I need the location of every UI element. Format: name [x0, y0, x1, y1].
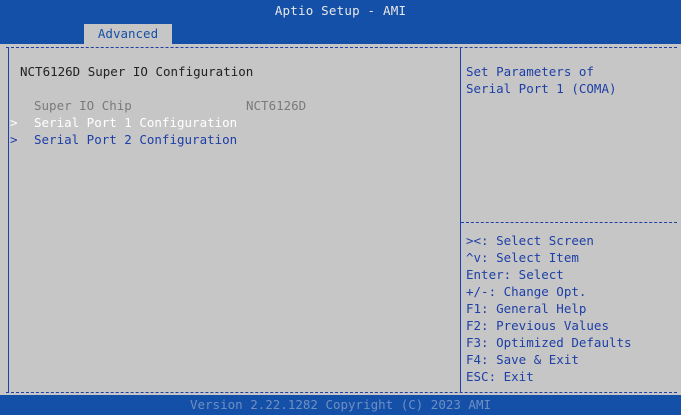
- super-io-chip-label: Super IO Chip: [34, 98, 132, 113]
- super-io-chip-value: NCT6126D: [246, 98, 307, 113]
- submenu-arrow-icon: >: [10, 132, 18, 147]
- top-border: [6, 47, 677, 48]
- tab-advanced[interactable]: Advanced: [84, 24, 172, 44]
- key-change-opt: +/-: Change Opt.: [466, 284, 587, 299]
- panel-divider: [460, 48, 461, 392]
- key-esc-exit: ESC: Exit: [466, 369, 534, 384]
- header-bar: Aptio Setup - AMI Advanced: [0, 0, 681, 44]
- bottom-border: [6, 392, 677, 393]
- key-select-item: ^v: Select Item: [466, 250, 579, 265]
- help-divider: [461, 222, 677, 223]
- left-border: [8, 48, 9, 392]
- serial-port-1-label: Serial Port 1 Configuration: [34, 115, 238, 130]
- key-general-help: F1: General Help: [466, 301, 587, 316]
- key-save-exit: F4: Save & Exit: [466, 352, 579, 367]
- section-title: NCT6126D Super IO Configuration: [20, 64, 254, 79]
- key-select-screen: ><: Select Screen: [466, 233, 594, 248]
- key-optimized-defaults: F3: Optimized Defaults: [466, 335, 632, 350]
- help-text-line-2: Serial Port 1 (COMA): [466, 81, 617, 96]
- app-title: Aptio Setup - AMI: [274, 3, 407, 18]
- key-previous-values: F2: Previous Values: [466, 318, 609, 333]
- key-enter-select: Enter: Select: [466, 267, 564, 282]
- help-text-line-1: Set Parameters of: [466, 64, 594, 79]
- serial-port-2-label: Serial Port 2 Configuration: [34, 132, 238, 147]
- submenu-arrow-icon: >: [10, 115, 18, 130]
- version-footer: Version 2.22.1282 Copyright (C) 2023 AMI: [0, 395, 681, 415]
